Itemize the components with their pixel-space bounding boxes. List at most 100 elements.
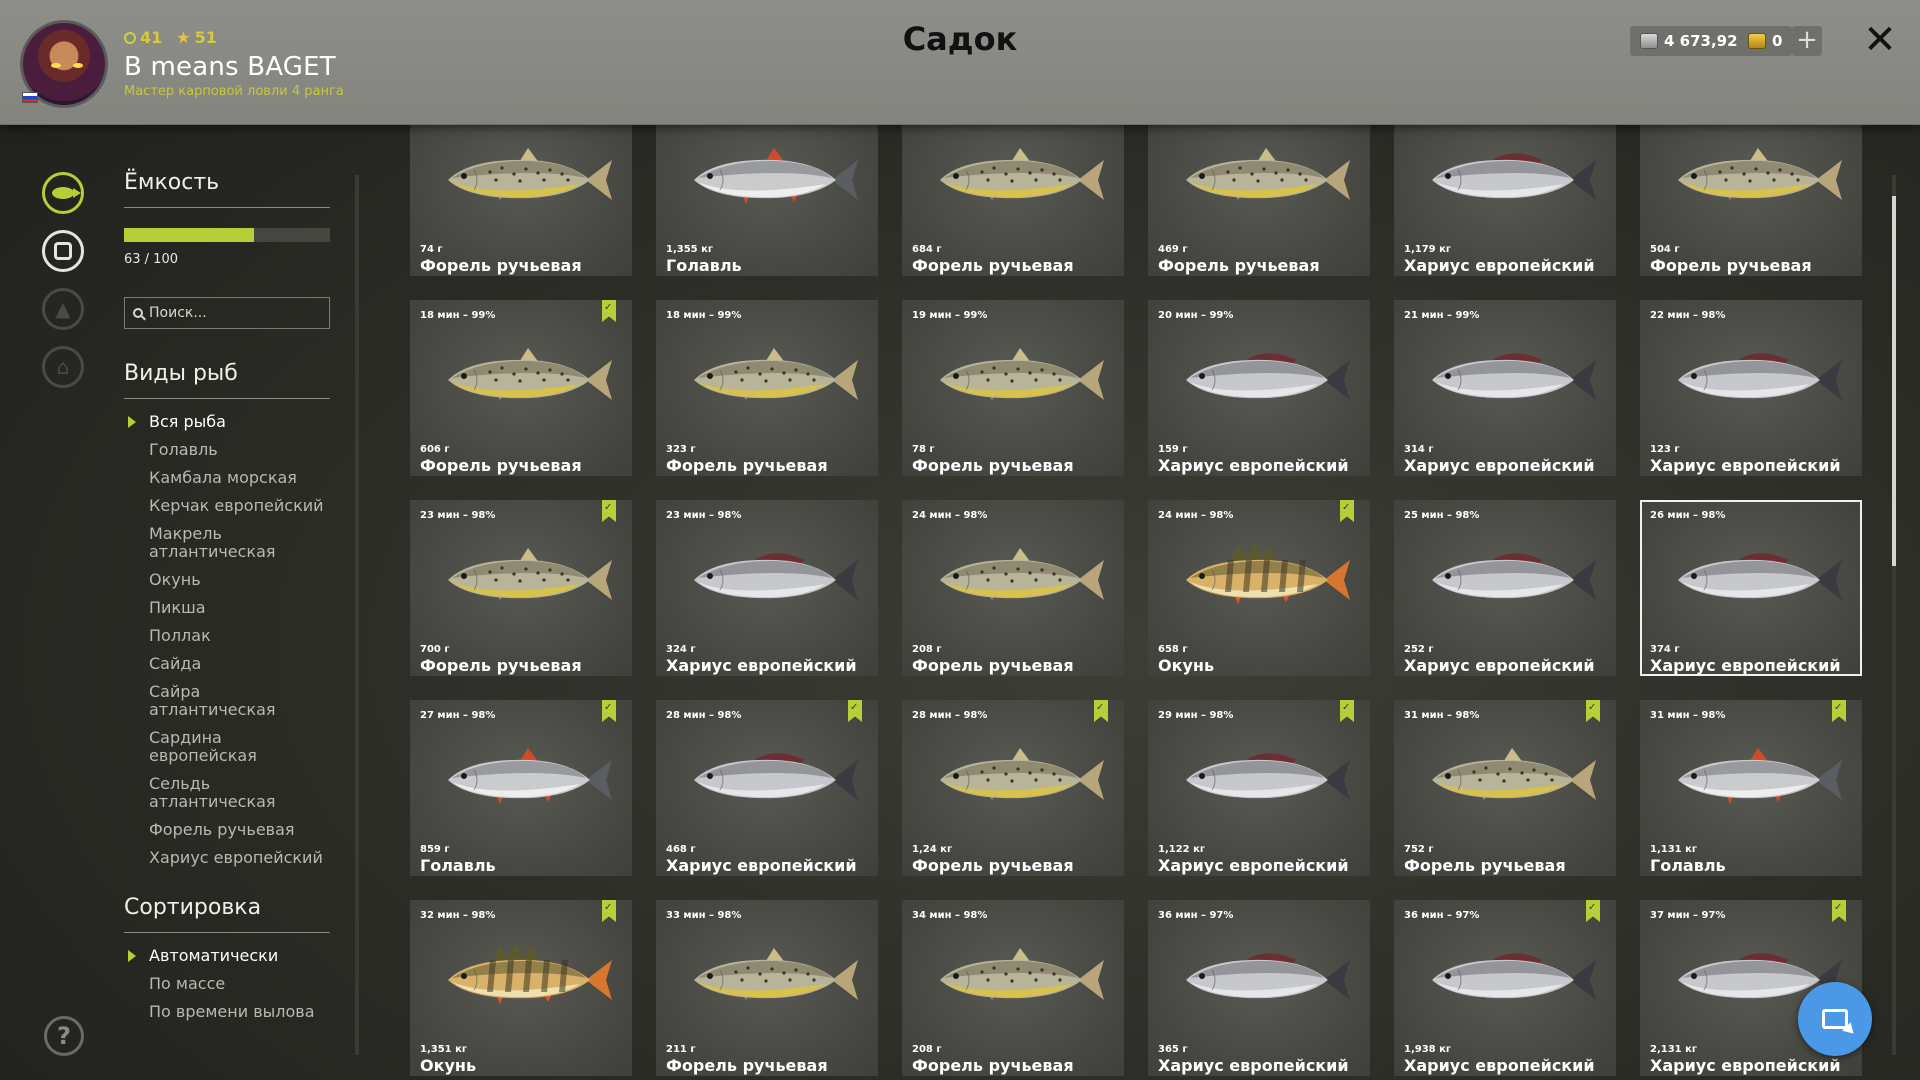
search-placeholder: Поиск... xyxy=(149,305,207,321)
bookmark-check-icon[interactable] xyxy=(1340,500,1354,522)
species-filter-item[interactable]: Керчак европейский xyxy=(124,497,330,515)
fish-card[interactable]: 7 мин – 100% 74 г Форель ручьевая xyxy=(410,125,632,276)
buy-currency-button[interactable]: + xyxy=(1792,26,1822,56)
fish-card[interactable]: 17 мин – 99% 504 г Форель ручьевая xyxy=(1640,125,1862,276)
fish-card[interactable]: 34 мин – 98% 208 г Форель ручьевая xyxy=(902,900,1124,1076)
trout-fish-image xyxy=(448,148,612,200)
species-filter-item[interactable]: Сардина европейская xyxy=(124,729,330,765)
fish-card[interactable]: 25 мин – 98% 252 г Хариус европейский xyxy=(1394,500,1616,676)
help-icon[interactable]: ? xyxy=(44,1016,84,1056)
fish-weight: 365 г xyxy=(1158,1044,1188,1055)
close-icon[interactable]: ✕ xyxy=(1860,18,1900,62)
fish-card[interactable]: 18 мин – 99% 323 г Форель ручьевая xyxy=(656,300,878,476)
player-rank: Мастер карповой ловли 4 ранга xyxy=(124,84,344,99)
catch-time: 25 мин – 98% xyxy=(1404,510,1480,521)
catch-time: 31 мин – 98% xyxy=(1404,710,1480,721)
catch-time: 18 мин – 99% xyxy=(420,310,496,321)
catch-time: 36 мин – 97% xyxy=(1404,910,1480,921)
fish-card[interactable]: 23 мин – 98% 324 г Хариус европейский xyxy=(656,500,878,676)
species-filter-item[interactable]: Сельдь атлантическая xyxy=(124,775,330,811)
grid-scrollbar-thumb[interactable] xyxy=(1892,196,1896,566)
species-filter-item[interactable]: Макрель атлантическая xyxy=(124,525,330,561)
fish-card[interactable]: 31 мин – 98% 1,131 кг Голавль xyxy=(1640,700,1862,876)
trout-fish-image xyxy=(940,748,1104,800)
species-filter-item[interactable]: Окунь xyxy=(124,571,330,589)
capacity-title: Ёмкость xyxy=(124,170,330,208)
catch-time: 37 мин – 97% xyxy=(1650,910,1726,921)
fish-card[interactable]: 36 мин – 97% 365 г Хариус европейский xyxy=(1148,900,1370,1076)
fish-card[interactable]: 18 мин – 99% 606 г Форель ручьевая xyxy=(410,300,632,476)
catch-time: 24 мин – 98% xyxy=(1158,510,1234,521)
fish-card[interactable]: 14 мин – 99% 1,179 кг Хариус европейский xyxy=(1394,125,1616,276)
fish-card[interactable]: 28 мин – 98% 468 г Хариус европейский xyxy=(656,700,878,876)
grayling-fish-image xyxy=(1186,953,1350,1000)
species-filter-item[interactable]: Поллак xyxy=(124,627,330,645)
fish-name: Голавль xyxy=(420,856,496,875)
fish-weight: 504 г xyxy=(1650,244,1680,255)
fish-weight: 1,131 кг xyxy=(1650,844,1698,855)
keepnet-fish-icon[interactable] xyxy=(42,172,84,214)
fish-card[interactable]: 26 мин – 98% 374 г Хариус европейский xyxy=(1640,500,1862,676)
bookmark-check-icon[interactable] xyxy=(602,300,616,322)
bookmark-check-icon[interactable] xyxy=(1586,900,1600,922)
search-input[interactable]: Поиск... xyxy=(124,297,330,329)
sort-option-item[interactable]: По времени вылова xyxy=(124,1003,330,1021)
sort-option-item[interactable]: Автоматически xyxy=(124,947,330,965)
sidebar-scrollbar[interactable] xyxy=(355,175,359,1055)
trophy-icon[interactable]: ▲ xyxy=(42,288,84,330)
species-filter-item[interactable]: Сайда xyxy=(124,655,330,673)
fish-card[interactable]: 2 мин – 100% 1,355 кг Голавль xyxy=(656,125,878,276)
catch-time: 23 мин – 98% xyxy=(420,510,496,521)
species-filter-item[interactable]: Вся рыба xyxy=(124,413,330,431)
bookmark-check-icon[interactable] xyxy=(602,500,616,522)
fish-card[interactable]: 23 мин – 98% 700 г Форель ручьевая xyxy=(410,500,632,676)
fish-card[interactable]: 29 мин – 98% 1,122 кг Хариус европейский xyxy=(1148,700,1370,876)
fish-weight: 700 г xyxy=(420,644,450,655)
trout-fish-image xyxy=(1678,148,1842,200)
catch-time: 21 мин – 99% xyxy=(1404,310,1480,321)
bookmark-check-icon[interactable] xyxy=(848,700,862,722)
fish-card[interactable]: 24 мин – 98% 208 г Форель ручьевая xyxy=(902,500,1124,676)
catch-time: 26 мин – 98% xyxy=(1650,510,1726,521)
fish-card[interactable]: 19 мин – 99% 78 г Форель ручьевая xyxy=(902,300,1124,476)
bookmark-check-icon[interactable] xyxy=(602,700,616,722)
sort-option-item[interactable]: По массе xyxy=(124,975,330,993)
bookmark-check-icon[interactable] xyxy=(1094,700,1108,722)
species-title: Виды рыб xyxy=(124,361,330,399)
species-filter-item[interactable]: Голавль xyxy=(124,441,330,459)
bookmark-check-icon[interactable] xyxy=(1340,700,1354,722)
fish-card[interactable]: 31 мин – 98% 752 г Форель ручьевая xyxy=(1394,700,1616,876)
fish-name: Форель ручьевая xyxy=(912,856,1074,875)
fish-name: Форель ручьевая xyxy=(1158,256,1320,275)
catch-time: 34 мин – 98% xyxy=(912,910,988,921)
species-filter-item[interactable]: Камбала морская xyxy=(124,469,330,487)
fish-card[interactable]: 9 мин – 99% 469 г Форель ручьевая xyxy=(1148,125,1370,276)
species-filter-item[interactable]: Форель ручьевая xyxy=(124,821,330,839)
select-mode-button[interactable] xyxy=(1798,982,1872,1056)
fish-card[interactable]: 22 мин – 98% 123 г Хариус европейский xyxy=(1640,300,1862,476)
home-icon[interactable]: ⌂ xyxy=(42,346,84,388)
bookmark-check-icon[interactable] xyxy=(1832,700,1846,722)
silver-coins-icon xyxy=(1640,33,1658,49)
species-filter-item[interactable]: Хариус европейский xyxy=(124,849,330,867)
bookmark-check-icon[interactable] xyxy=(602,900,616,922)
fish-card[interactable]: 32 мин – 98% 1,351 кг Окунь xyxy=(410,900,632,1076)
fish-card[interactable]: 36 мин – 97% 1,938 кг Хариус европейский xyxy=(1394,900,1616,1076)
fish-card[interactable]: 20 мин – 99% 159 г Хариус европейский xyxy=(1148,300,1370,476)
grayling-fish-image xyxy=(1678,353,1842,400)
fish-card[interactable]: 21 мин – 99% 314 г Хариус европейский xyxy=(1394,300,1616,476)
fish-name: Хариус европейский xyxy=(1158,856,1349,875)
fish-card[interactable]: 28 мин – 98% 1,24 кг Форель ручьевая xyxy=(902,700,1124,876)
inventory-bag-icon[interactable] xyxy=(42,230,84,272)
fish-card[interactable]: 24 мин – 98% 658 г Окунь xyxy=(1148,500,1370,676)
bookmark-check-icon[interactable] xyxy=(1586,700,1600,722)
catch-time: 29 мин – 98% xyxy=(1158,710,1234,721)
bookmark-check-icon[interactable] xyxy=(1832,900,1846,922)
species-filter-item[interactable]: Сайра атлантическая xyxy=(124,683,330,719)
grayling-fish-image xyxy=(1432,553,1596,600)
species-filter-item[interactable]: Пикша xyxy=(124,599,330,617)
fish-card[interactable]: 33 мин – 98% 211 г Форель ручьевая xyxy=(656,900,878,1076)
fish-card[interactable]: 27 мин – 98% 859 г Голавль xyxy=(410,700,632,876)
grayling-fish-image xyxy=(1432,953,1596,1000)
fish-card[interactable]: 8 мин – 100% 684 г Форель ручьевая xyxy=(902,125,1124,276)
